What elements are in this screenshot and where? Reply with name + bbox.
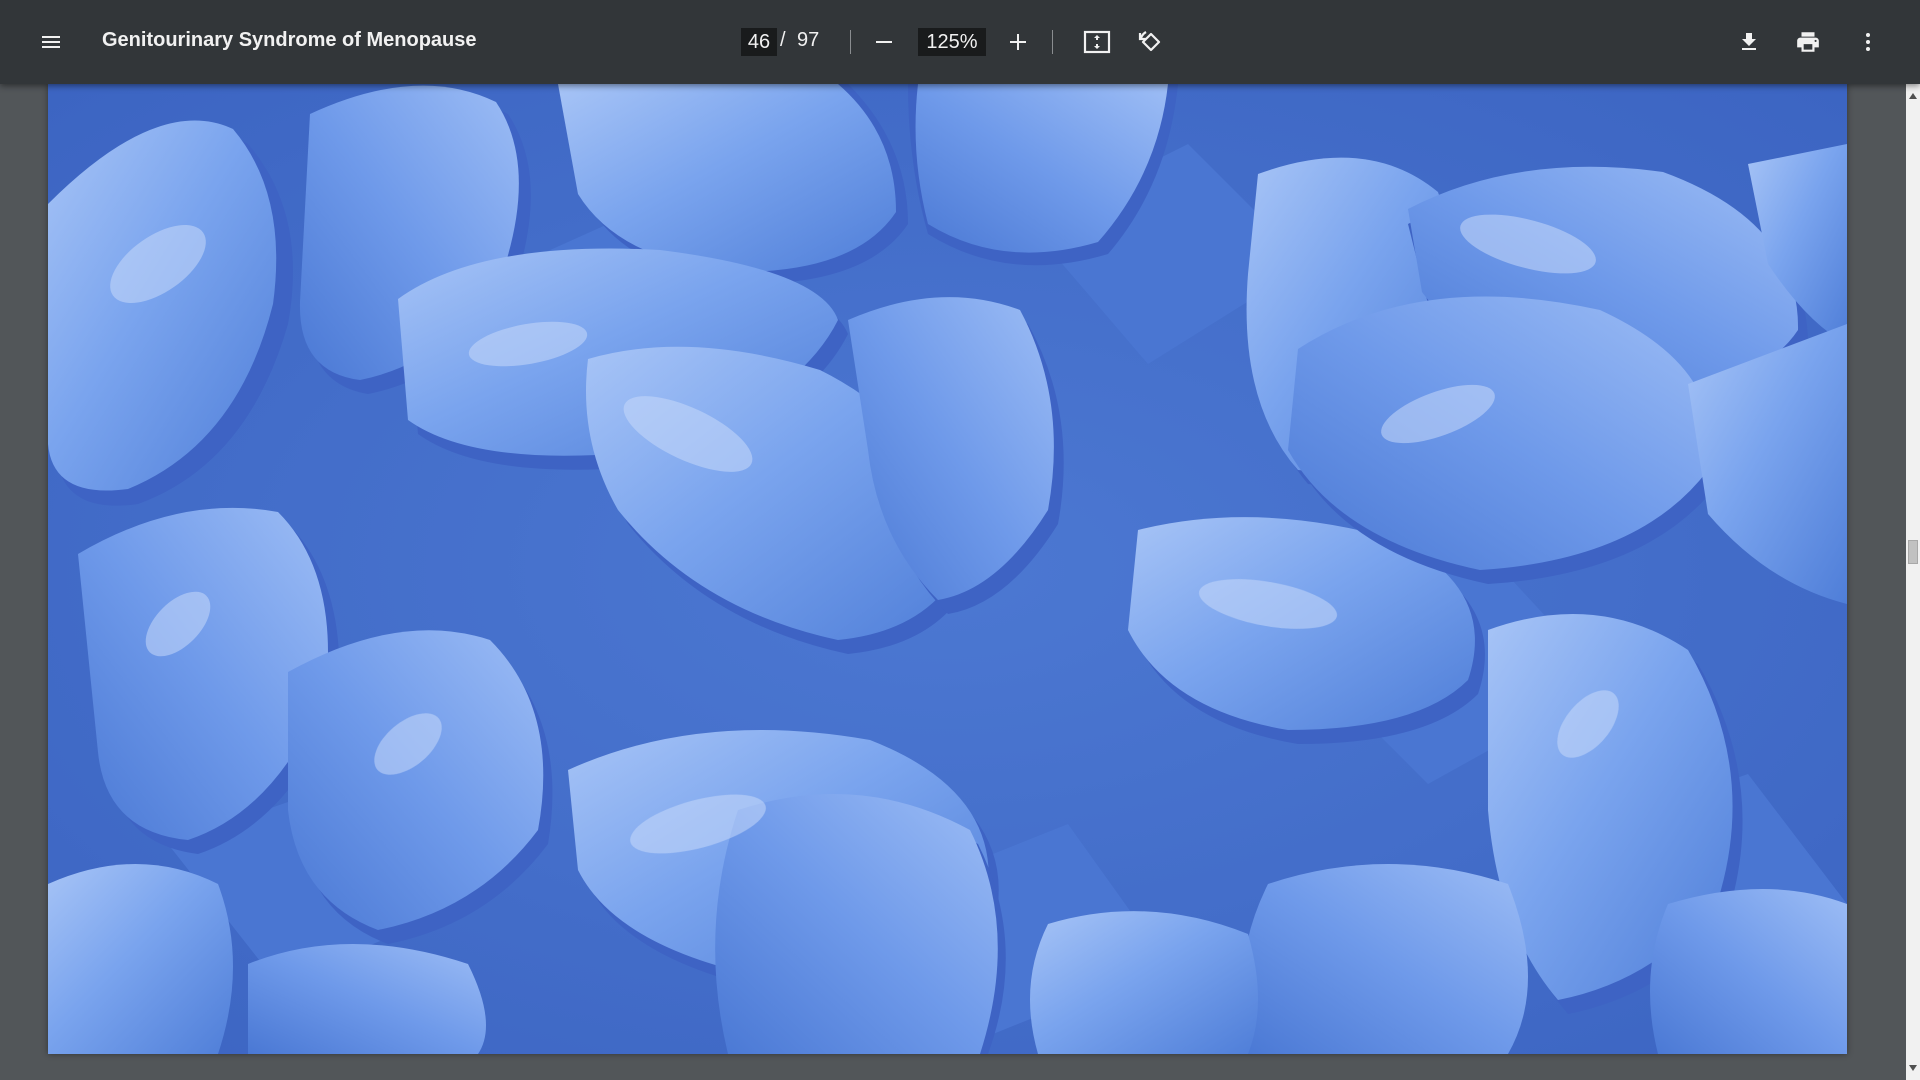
plus-icon	[1010, 34, 1026, 50]
rotate-counterclockwise-icon	[1138, 31, 1161, 52]
document-title: Genitourinary Syndrome of Menopause	[102, 29, 477, 51]
hamburger-menu-icon[interactable]	[29, 20, 73, 64]
rotate-button[interactable]	[1129, 20, 1173, 64]
print-button[interactable]	[1786, 20, 1830, 64]
pdf-toolbar: Genitourinary Syndrome of Menopause / 97	[0, 0, 1920, 84]
page-total: 97	[797, 29, 820, 51]
download-button[interactable]	[1727, 20, 1771, 64]
pdf-page	[48, 84, 1847, 1054]
fit-to-page-icon	[1083, 30, 1111, 54]
scrollbar-thumb[interactable]	[1908, 540, 1918, 564]
pdf-viewer[interactable]	[0, 84, 1920, 1080]
toolbar-divider	[1052, 30, 1053, 54]
print-icon	[1797, 32, 1819, 52]
fit-to-page-button[interactable]	[1075, 20, 1119, 64]
zoom-level-input[interactable]	[918, 28, 986, 56]
page-separator: /	[780, 29, 786, 51]
zoom-out-button[interactable]	[862, 20, 906, 64]
vertical-scrollbar[interactable]	[1906, 84, 1920, 1080]
more-options-button[interactable]	[1846, 20, 1890, 64]
page-number-input[interactable]	[741, 28, 777, 56]
scroll-down-arrow-icon[interactable]	[1906, 1060, 1920, 1076]
minus-icon	[876, 41, 892, 43]
download-icon	[1742, 33, 1756, 50]
blue-diamond-pills-photo	[48, 84, 1847, 1054]
zoom-in-button[interactable]	[996, 20, 1040, 64]
more-vertical-icon	[1866, 33, 1870, 51]
toolbar-divider	[850, 30, 851, 54]
scroll-up-arrow-icon[interactable]	[1906, 88, 1920, 104]
